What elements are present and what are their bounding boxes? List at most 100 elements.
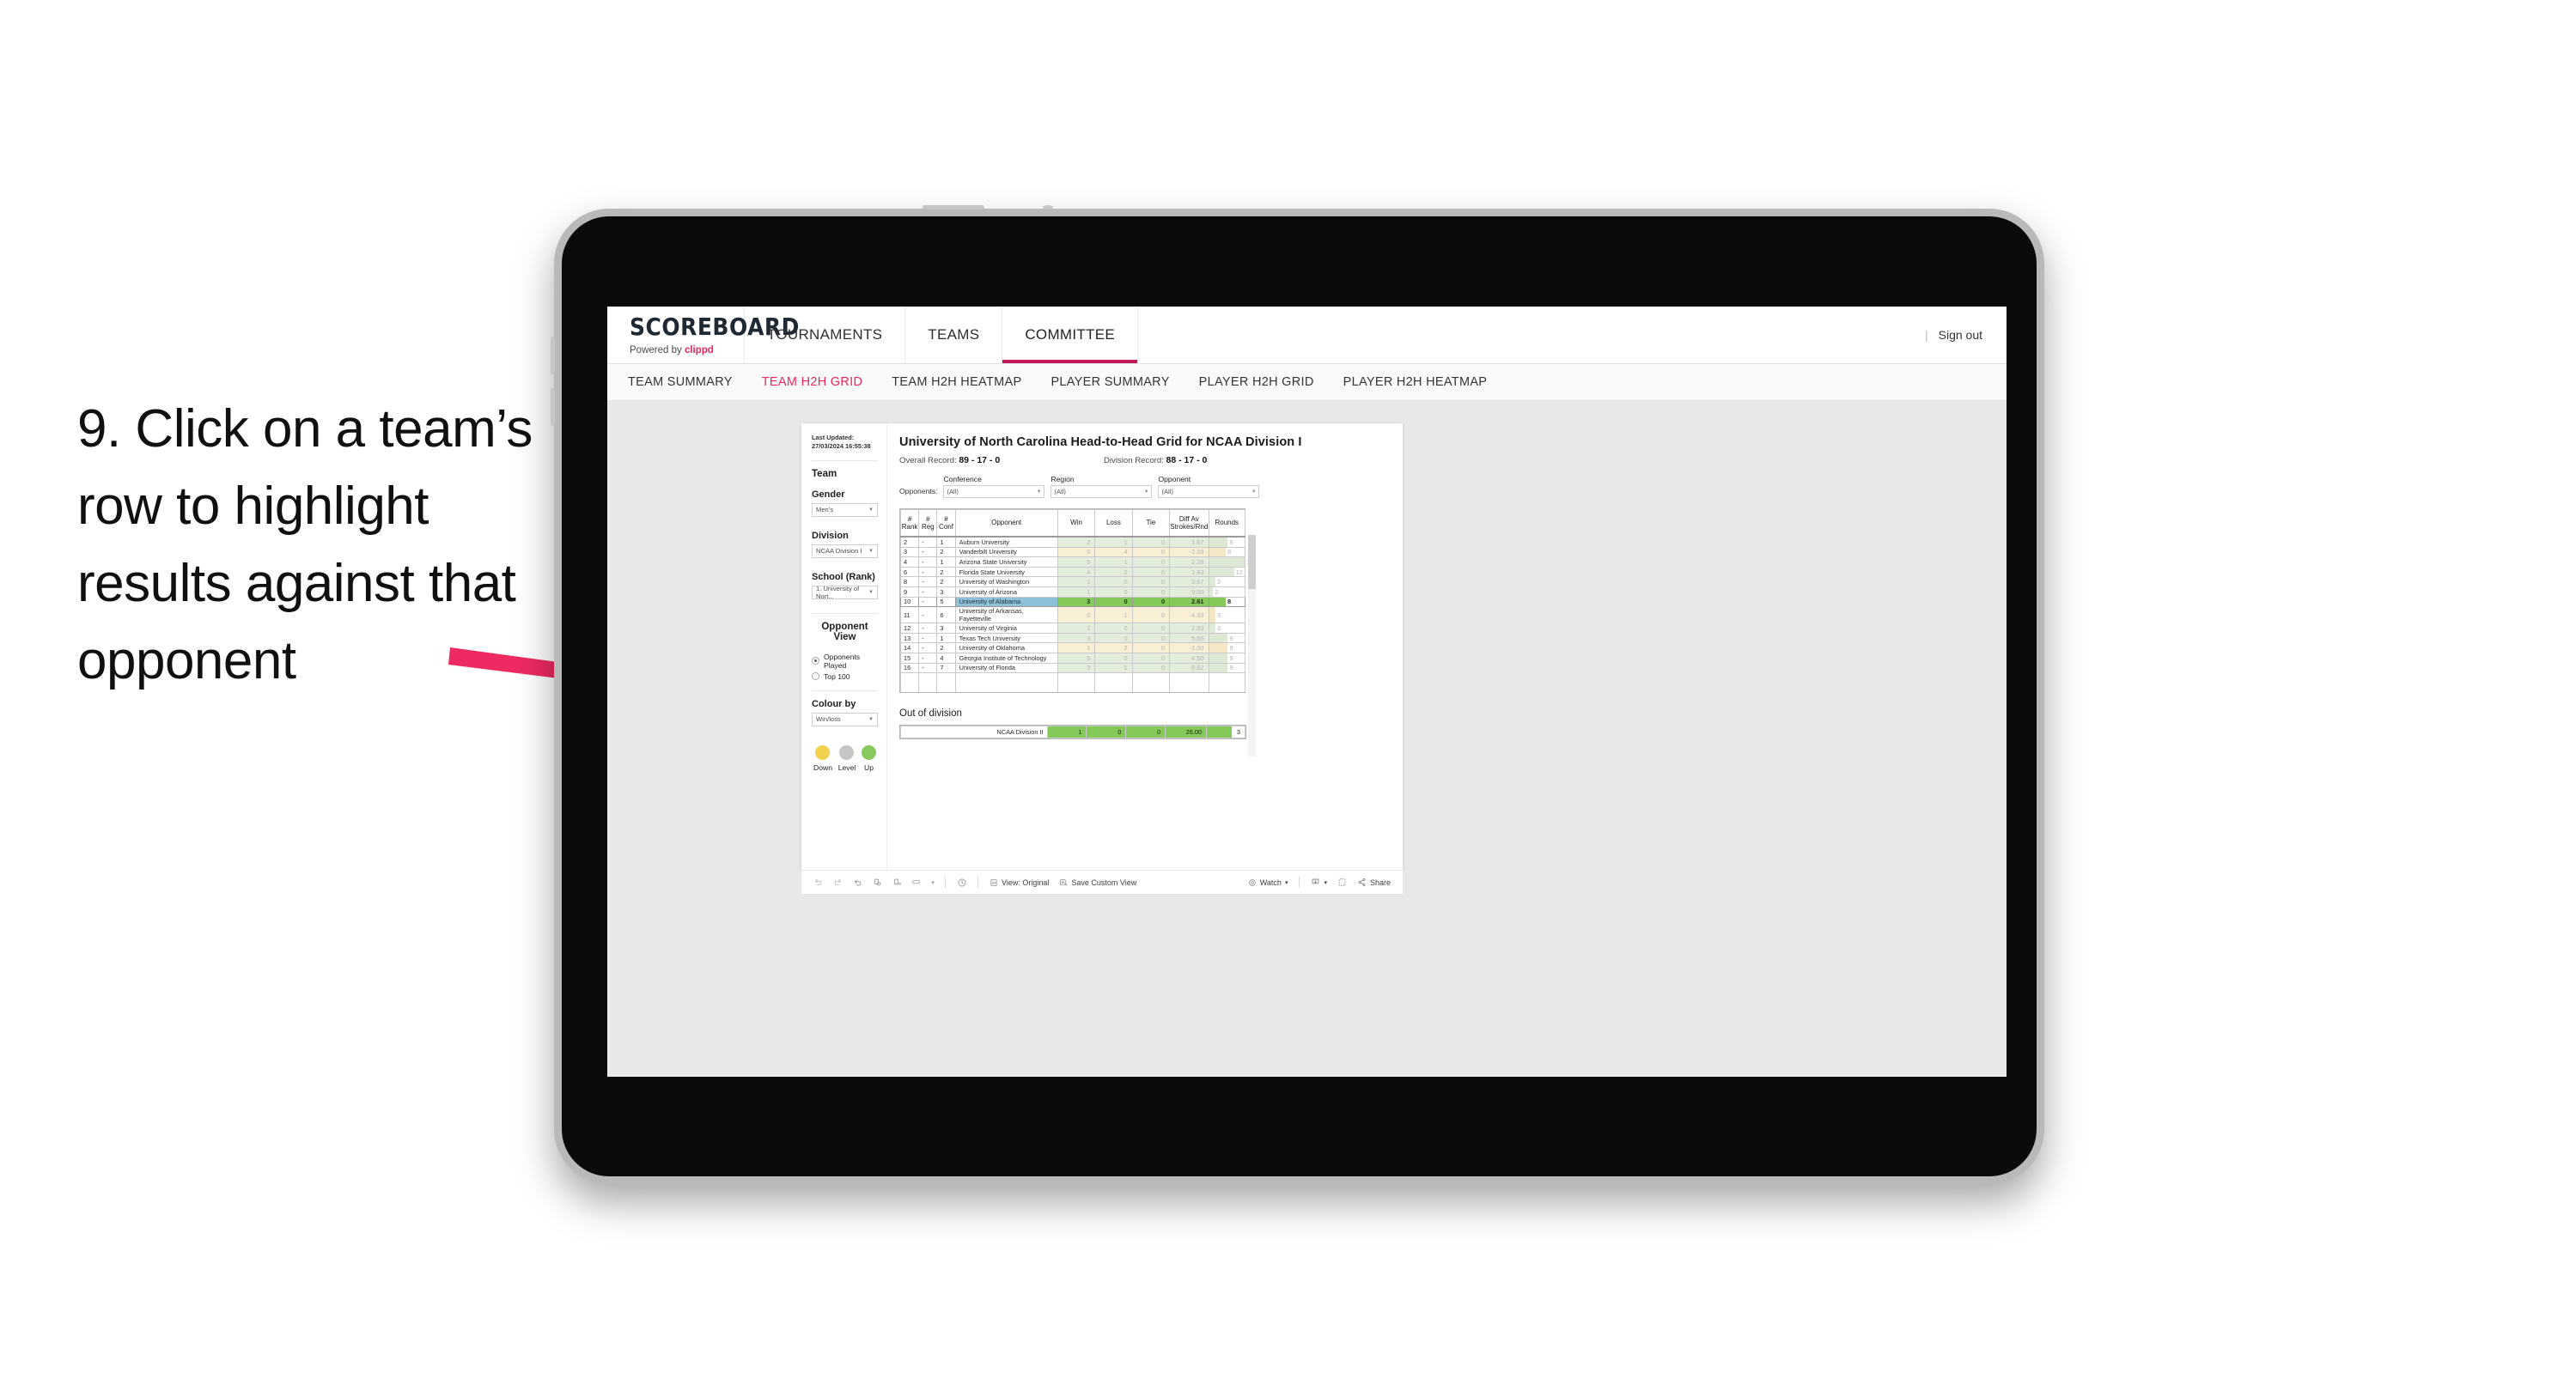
col-header-loss[interactable]: Loss [1094,509,1133,538]
subnav-team-summary[interactable]: TEAM SUMMARY [628,375,733,389]
refresh-icon[interactable] [869,874,886,890]
col-header-win[interactable]: Win [1057,509,1096,538]
cell-rank: 9 [899,586,920,598]
volume-button-down [551,388,555,426]
sign-out-link[interactable]: Sign out [1939,328,1982,342]
fullscreen-icon[interactable] [1334,874,1350,890]
revert-icon[interactable] [850,874,866,890]
conference-select[interactable]: (All) ▼ [943,485,1045,498]
colour-by-select[interactable]: Win/loss ▼ [812,712,878,726]
gender-select[interactable]: Men’s ▼ [812,502,878,517]
school-select[interactable]: 1. University of Nort... ▼ [812,585,878,600]
table-row[interactable]: 6-2 Florida State University 4 2 0 1.83 12 [899,566,1246,578]
redo-icon[interactable] [830,874,846,890]
refresh-data-source-icon[interactable] [909,874,925,890]
table-header: # Rank # Reg # Conf Opponent Win Loss Tie Diff Av S… [899,509,1246,538]
cell-tie: 0 [1131,623,1171,634]
cell-win: 0 [1057,546,1096,558]
cell-rounds: 9 [1208,632,1246,644]
nav-teams[interactable]: TEAMS [905,307,1003,363]
pause-auto-update-icon[interactable] [889,874,905,890]
pause-refresh-icon[interactable] [953,874,970,890]
table-row[interactable]: 14-2 University of Oklahoma 1 2 0 -1.00 9 [899,642,1246,653]
cell-rank: 15 [899,652,920,664]
download-button[interactable]: ▾ [1307,878,1331,887]
col-header-opponent[interactable]: Opponent [954,509,1058,538]
table-row[interactable]: 12-3 University of Virginia 1 0 0 2.33 3 [899,623,1246,634]
subnav-team-h2h-heatmap[interactable]: TEAM H2H HEATMAP [892,375,1021,389]
division-select[interactable]: NCAA Division I ▼ [812,544,878,558]
table-row[interactable]: 3-2 Vanderbilt University 0 4 0 -2.29 8 [899,546,1246,558]
table-row[interactable]: 4-1Arizona State University5102.2817 [899,556,1253,568]
watch-button[interactable]: Watch ▾ [1245,878,1292,887]
table-row[interactable]: 9-3 University of Arizona 1 0 0 9.00 2 [899,586,1246,598]
cell-tie: 0 [1131,576,1171,587]
radio-top-100[interactable]: Top 100 [812,672,878,681]
table-vertical-scrollbar[interactable] [1248,535,1256,756]
cell-rank: 12 [899,623,920,634]
subnav-player-summary[interactable]: PLAYER SUMMARY [1050,375,1169,389]
nav-committee[interactable]: COMMITTEE [1002,307,1139,363]
cell-reg: - [918,642,938,653]
rounds-value: 12 [1235,568,1244,576]
nav-tournaments[interactable]: TOURNAMENTS [745,307,906,363]
out-of-division-row[interactable]: NCAA Division II 1 0 0 26.00 3 [900,726,1245,739]
legend-dot-level [839,744,855,760]
share-button[interactable]: Share [1354,878,1394,887]
cell-rank: 2 [899,536,920,548]
table-row[interactable]: 8-2 University of Washington 1 0 0 3.67 3 [899,576,1246,587]
cell-conf: 6 [936,606,956,624]
region-value: (All) [1054,488,1066,495]
save-custom-view-button[interactable]: Save Custom View [1056,878,1140,887]
cell-win: 3 [1057,662,1096,674]
blank-cell [1131,672,1171,693]
col-header-rank[interactable]: # Rank [899,509,920,538]
col-header-conf[interactable]: # Conf [936,509,956,538]
colour-by-label: Colour by [812,698,856,709]
view-original-button[interactable]: View: Original [986,878,1052,887]
subnav-player-h2h-grid[interactable]: PLAYER H2H GRID [1199,375,1314,389]
scrollbar-thumb[interactable] [1248,535,1256,589]
cell-diff: 3.67 [1169,576,1209,587]
radio-opponents-played-label: Opponents Played [824,652,861,670]
ood-rounds-value: 3 [1236,728,1240,737]
col-header-reg[interactable]: # Reg [918,509,938,538]
col-header-diff-av-strokes-rnd[interactable]: Diff Av Strokes/Rnd [1169,509,1209,538]
cell-tie: 0 [1131,662,1171,674]
cell-diff: 4.50 [1169,652,1209,664]
rounds-bar [1209,633,1228,643]
cell-win: 1 [1057,623,1096,634]
radio-icon [812,657,819,665]
cell-opponent: Texas Tech University [954,632,1058,644]
table-row[interactable]: 11-6 University of Arkansas, Fayetteville… [899,606,1246,624]
rounds-bar [1209,623,1215,633]
table-blank-row [899,672,1246,693]
cell-opponent: University of Washington [954,576,1058,587]
table-row[interactable]: 13-1 Texas Tech University 3 0 0 5.56 9 [899,632,1246,644]
table-row[interactable]: 16-7 University of Florida 3 1 0 6.62 9 [899,662,1246,674]
col-header-rounds[interactable]: Rounds [1208,509,1246,538]
subnav-player-h2h-heatmap[interactable]: PLAYER H2H HEATMAP [1343,375,1488,389]
table-row[interactable]: 15-4 Georgia Institute of Technology 5 0 0 4.… [899,652,1246,664]
cell-diff: 2.61 [1169,596,1209,608]
opponents-filter-label: Opponents: [899,487,938,495]
cell-reg: - [918,566,938,578]
cell-rounds: 2 [1208,586,1246,598]
ood-cell-label: NCAA Division II [900,726,1048,739]
cell-rounds: 17 [1208,556,1253,568]
region-select[interactable]: (All) ▼ [1050,485,1153,498]
opponent-select[interactable]: (All) ▼ [1158,485,1260,498]
subnav-team-h2h-grid[interactable]: TEAM H2H GRID [762,375,863,389]
radio-opponents-played[interactable]: Opponents Played [812,653,878,670]
cell-rounds: 9 [1208,662,1246,674]
table-row[interactable]: 10-5 University of Alabama 3 0 0 2.61 8 [899,596,1246,608]
cell-win: 2 [1057,536,1096,548]
cell-win: 5 [1057,556,1096,568]
ood-cell-loss: 0 [1086,726,1127,739]
undo-icon[interactable] [810,874,826,890]
toolbar-caret-1[interactable]: ▾ [929,874,937,890]
cell-rank: 8 [899,576,920,587]
col-header-tie[interactable]: Tie [1131,509,1171,538]
table-row[interactable]: 2-1 Auburn University 2 1 0 1.67 9 [899,536,1246,548]
chevron-down-icon: ▼ [1143,489,1149,495]
